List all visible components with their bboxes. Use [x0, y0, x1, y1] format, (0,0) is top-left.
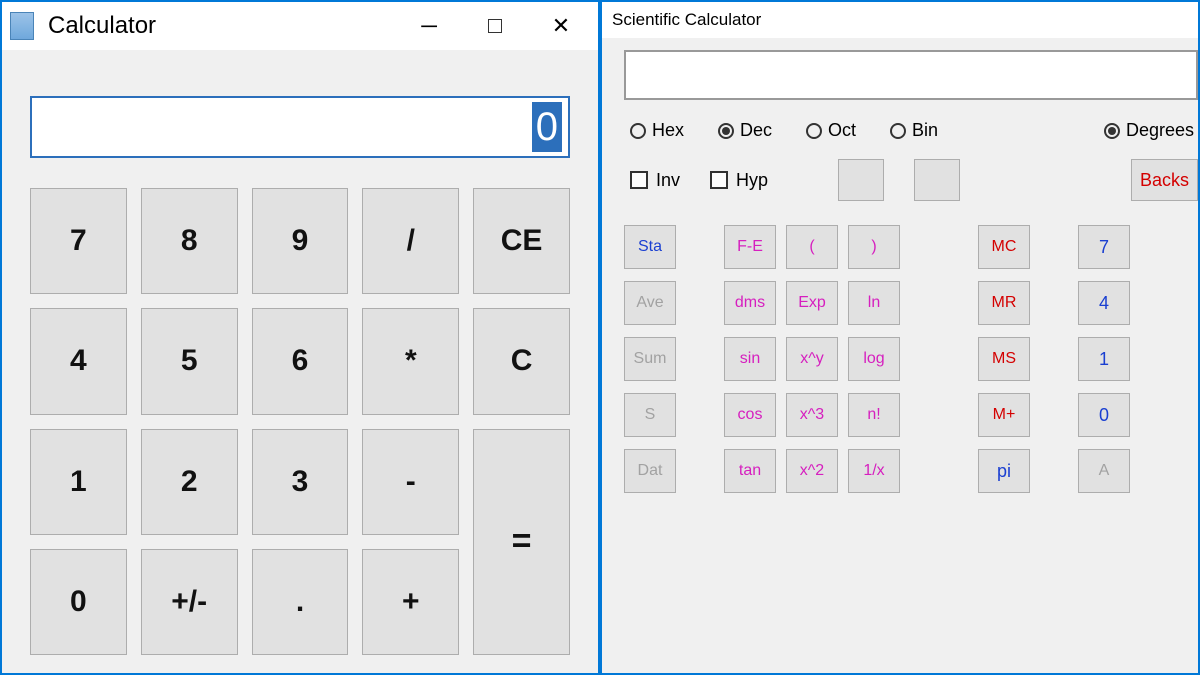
basic-display: 0 — [30, 96, 570, 158]
disabled-box — [914, 159, 960, 201]
checkbox-icon — [630, 171, 648, 189]
radio-bin-label: Bin — [912, 120, 938, 141]
key-multiply[interactable]: * — [362, 308, 459, 414]
checkbox-inv[interactable]: Inv — [630, 170, 680, 191]
func-cos-button[interactable]: cos — [724, 393, 776, 437]
key-equals[interactable]: = — [473, 429, 570, 656]
backspace-label: Backs — [1140, 170, 1189, 191]
radio-oct-label: Oct — [828, 120, 856, 141]
sci-window-title: Scientific Calculator — [612, 10, 761, 30]
radio-circle-icon — [718, 123, 734, 139]
key-4[interactable]: 4 — [30, 308, 127, 414]
func-inverse-button[interactable]: 1/x — [848, 449, 900, 493]
titlebar: Calculator ─ ✕ — [2, 2, 598, 50]
radio-circle-icon — [1104, 123, 1120, 139]
num-0-button[interactable]: 0 — [1078, 393, 1130, 437]
sci-keypad: Sta F-E ( ) MC 7 Ave dms Exp ln MR 4 — [624, 225, 1198, 663]
checkbox-hyp[interactable]: Hyp — [710, 170, 768, 191]
radio-degrees[interactable]: Degrees — [1104, 120, 1194, 141]
radio-dec-label: Dec — [740, 120, 772, 141]
maximize-button[interactable] — [462, 4, 528, 48]
stat-s-button[interactable]: S — [624, 393, 676, 437]
disabled-box — [838, 159, 884, 201]
func-sin-button[interactable]: sin — [724, 337, 776, 381]
func-exp-button[interactable]: Exp — [786, 281, 838, 325]
calculator-app-icon — [10, 12, 34, 40]
basic-keypad: 7 8 9 / CE 4 5 6 * C 1 2 3 - = 0 +/- . + — [30, 188, 570, 655]
scientific-calculator-window: Scientific Calculator Hex Dec Oct Bin — [600, 0, 1200, 675]
hex-a-button[interactable]: A — [1078, 449, 1130, 493]
sci-row: Ave dms Exp ln MR 4 — [624, 281, 1198, 325]
key-clear[interactable]: C — [473, 308, 570, 414]
func-lparen-button[interactable]: ( — [786, 225, 838, 269]
stat-sum-button[interactable]: Sum — [624, 337, 676, 381]
basic-calculator-window: Calculator ─ ✕ 0 7 8 9 / CE 4 5 6 * C 1 … — [0, 0, 600, 675]
key-9[interactable]: 9 — [252, 188, 349, 294]
mem-ms-button[interactable]: MS — [978, 337, 1030, 381]
basic-client-area: 0 7 8 9 / CE 4 5 6 * C 1 2 3 - = 0 +/- .… — [2, 50, 598, 673]
func-ln-button[interactable]: ln — [848, 281, 900, 325]
func-tan-button[interactable]: tan — [724, 449, 776, 493]
stat-dat-button[interactable]: Dat — [624, 449, 676, 493]
func-fe-button[interactable]: F-E — [724, 225, 776, 269]
num-7-button[interactable]: 7 — [1078, 225, 1130, 269]
checkbox-hyp-label: Hyp — [736, 170, 768, 191]
key-divide[interactable]: / — [362, 188, 459, 294]
radio-dec[interactable]: Dec — [718, 120, 772, 141]
checkbox-inv-label: Inv — [656, 170, 680, 191]
key-subtract[interactable]: - — [362, 429, 459, 535]
key-6[interactable]: 6 — [252, 308, 349, 414]
sci-row: Sta F-E ( ) MC 7 — [624, 225, 1198, 269]
key-decimal[interactable]: . — [252, 549, 349, 655]
stat-ave-button[interactable]: Ave — [624, 281, 676, 325]
radio-degrees-label: Degrees — [1126, 120, 1194, 141]
key-8[interactable]: 8 — [141, 188, 238, 294]
key-0[interactable]: 0 — [30, 549, 127, 655]
sci-client-area: Hex Dec Oct Bin Degrees Inv — [602, 38, 1198, 673]
radio-circle-icon — [890, 123, 906, 139]
key-7[interactable]: 7 — [30, 188, 127, 294]
num-4-button[interactable]: 4 — [1078, 281, 1130, 325]
key-negate[interactable]: +/- — [141, 549, 238, 655]
basic-display-value: 0 — [532, 102, 562, 152]
key-clear-entry[interactable]: CE — [473, 188, 570, 294]
base-radio-group: Hex Dec Oct Bin Degrees — [624, 120, 1198, 141]
radio-hex-label: Hex — [652, 120, 684, 141]
func-rparen-button[interactable]: ) — [848, 225, 900, 269]
num-1-button[interactable]: 1 — [1078, 337, 1130, 381]
key-2[interactable]: 2 — [141, 429, 238, 535]
radio-circle-icon — [630, 123, 646, 139]
key-5[interactable]: 5 — [141, 308, 238, 414]
radio-circle-icon — [806, 123, 822, 139]
radio-oct[interactable]: Oct — [806, 120, 856, 141]
modifier-row: Inv Hyp Backs — [624, 159, 1198, 201]
checkbox-icon — [710, 171, 728, 189]
minimize-button[interactable]: ─ — [396, 4, 462, 48]
sci-row: Sum sin x^y log MS 1 — [624, 337, 1198, 381]
stat-sta-button[interactable]: Sta — [624, 225, 676, 269]
key-3[interactable]: 3 — [252, 429, 349, 535]
mem-mr-button[interactable]: MR — [978, 281, 1030, 325]
key-1[interactable]: 1 — [30, 429, 127, 535]
radio-bin[interactable]: Bin — [890, 120, 938, 141]
sci-display — [624, 50, 1198, 100]
func-x2-button[interactable]: x^2 — [786, 449, 838, 493]
func-dms-button[interactable]: dms — [724, 281, 776, 325]
mem-mc-button[interactable]: MC — [978, 225, 1030, 269]
pi-button[interactable]: pi — [978, 449, 1030, 493]
func-xy-button[interactable]: x^y — [786, 337, 838, 381]
sci-row: S cos x^3 n! M+ 0 — [624, 393, 1198, 437]
func-log-button[interactable]: log — [848, 337, 900, 381]
window-title: Calculator — [48, 12, 396, 40]
sci-titlebar: Scientific Calculator — [602, 2, 1198, 38]
close-button[interactable]: ✕ — [528, 4, 594, 48]
key-add[interactable]: + — [362, 549, 459, 655]
backspace-button[interactable]: Backs — [1131, 159, 1198, 201]
func-factorial-button[interactable]: n! — [848, 393, 900, 437]
sci-row: Dat tan x^2 1/x pi A — [624, 449, 1198, 493]
radio-hex[interactable]: Hex — [630, 120, 684, 141]
mem-mplus-button[interactable]: M+ — [978, 393, 1030, 437]
func-x3-button[interactable]: x^3 — [786, 393, 838, 437]
